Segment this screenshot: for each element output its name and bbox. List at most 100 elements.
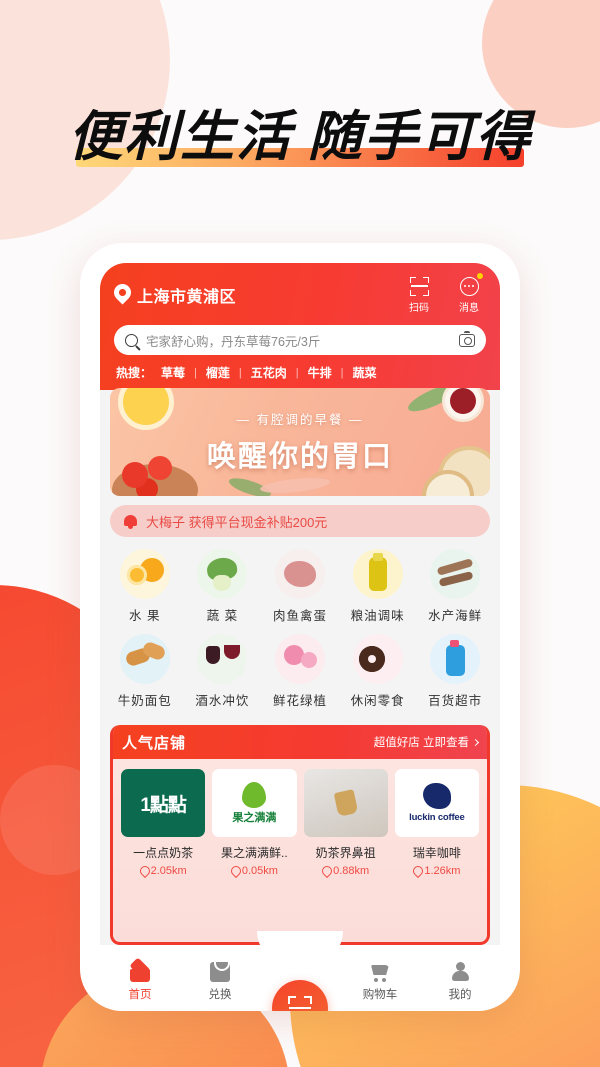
bell-icon bbox=[124, 514, 137, 529]
store-name: 一点点奶茶 bbox=[133, 846, 194, 860]
popular-stores-header: 人气店铺 超值好店 立即查看 bbox=[113, 725, 487, 759]
nav-item-redeem[interactable]: 兑换 bbox=[180, 958, 260, 1002]
category-label: 百货超市 bbox=[428, 694, 483, 708]
hot-keyword-0[interactable]: 草莓 bbox=[161, 364, 185, 381]
scan-code-button[interactable]: 扫码 bbox=[402, 275, 436, 314]
store-logo: 1點點 bbox=[121, 769, 206, 837]
category-label: 水 果 bbox=[129, 609, 161, 623]
category-label: 鲜花绿植 bbox=[272, 694, 327, 708]
hot-separator: | bbox=[194, 366, 197, 379]
category-label: 蔬 菜 bbox=[206, 609, 239, 623]
search-input[interactable]: 宅家舒心购，丹东草莓76元/3斤 bbox=[146, 331, 451, 350]
search-bar[interactable]: 宅家舒心购，丹东草莓76元/3斤 bbox=[114, 325, 486, 355]
store-distance-value: 1.26km bbox=[424, 865, 461, 877]
user-profile-icon bbox=[420, 958, 500, 982]
store-logo-text: luckin coffee bbox=[409, 812, 465, 823]
store-logo: 果之满满 bbox=[212, 769, 297, 837]
popular-stores-more-link[interactable]: 超值好店 立即查看 bbox=[373, 734, 480, 750]
category-item-vegetable[interactable]: 蔬 菜 bbox=[184, 549, 262, 624]
category-row: 牛奶面包 酒水冲饮 鲜花绿植 休闲零食 百货超市 bbox=[106, 634, 494, 709]
category-item-flower[interactable]: 鲜花绿植 bbox=[261, 634, 339, 709]
scan-code-label: 扫码 bbox=[409, 303, 429, 314]
category-label: 水产海鲜 bbox=[428, 609, 483, 623]
hot-keyword-4[interactable]: 蔬菜 bbox=[353, 364, 377, 381]
location-selector[interactable]: 上海市黄浦区 bbox=[114, 283, 402, 307]
headline-text: 便利生活 随手可得 bbox=[68, 107, 532, 167]
phone-mockup: 上海市黄浦区 扫码 消息 宅家舒心购，丹东草莓76元/3斤 热搜： 草莓 | 榴… bbox=[80, 243, 520, 1011]
nav-notch bbox=[257, 931, 343, 965]
hot-keyword-2[interactable]: 五花肉 bbox=[251, 364, 287, 381]
nav-item-cart[interactable]: 购物车 bbox=[340, 958, 420, 1002]
milk-tea-cup-icon bbox=[333, 789, 358, 817]
hot-separator: | bbox=[340, 366, 344, 379]
messages-label: 消息 bbox=[459, 303, 479, 314]
nav-label: 购物车 bbox=[362, 989, 398, 1001]
popular-stores-title: 人气店铺 bbox=[122, 734, 187, 752]
store-distance: 0.05km bbox=[212, 865, 296, 877]
scan-code-icon bbox=[288, 996, 312, 1011]
cash-subsidy-notice[interactable]: 大梅子 获得平台现金补贴200元 bbox=[110, 505, 490, 537]
hot-separator: | bbox=[295, 366, 299, 379]
category-label: 牛奶面包 bbox=[117, 694, 172, 708]
store-distance-value: 0.05km bbox=[241, 865, 278, 877]
supermarket-icon bbox=[430, 634, 481, 684]
category-item-supermarket[interactable]: 百货超市 bbox=[416, 634, 494, 709]
store-distance: 1.26km bbox=[395, 865, 479, 877]
category-label: 肉鱼禽蛋 bbox=[272, 609, 327, 623]
category-label: 休闲零食 bbox=[350, 694, 405, 708]
message-badge-dot bbox=[477, 273, 483, 279]
store-card[interactable]: luckin coffee 瑞幸咖啡 1.26km bbox=[394, 769, 479, 877]
store-distance-value: 0.88km bbox=[333, 865, 370, 877]
messages-button[interactable]: 消息 bbox=[452, 273, 486, 314]
store-distance: 0.88km bbox=[304, 865, 388, 877]
bottom-navigation: 首页 兑换 购物车 我的 bbox=[100, 931, 500, 1011]
store-card[interactable]: 奶茶界鼻祖 0.88km bbox=[303, 769, 388, 877]
location-pin-icon bbox=[322, 866, 330, 876]
store-logo bbox=[303, 769, 388, 837]
camera-icon[interactable] bbox=[459, 330, 475, 347]
location-name: 上海市黄浦区 bbox=[137, 288, 237, 306]
category-item-meat[interactable]: 肉鱼禽蛋 bbox=[261, 549, 339, 624]
hot-separator: | bbox=[238, 366, 242, 379]
hot-keyword-1[interactable]: 榴莲 bbox=[206, 364, 230, 381]
banner-tomato-decor bbox=[122, 462, 148, 488]
store-list: 1點點 一点点奶茶 2.05km 果之满满 果之满满鲜.. 0.05km 奶茶界… bbox=[113, 759, 487, 885]
location-pin-icon bbox=[231, 866, 239, 876]
banner-area: — 有腔调的早餐 — 唤醒你的胃口 bbox=[100, 388, 500, 496]
category-item-seafood[interactable]: 水产海鲜 bbox=[416, 549, 494, 624]
header-top-row: 上海市黄浦区 扫码 消息 bbox=[114, 273, 486, 314]
app-header: 上海市黄浦区 扫码 消息 宅家舒心购，丹东草莓76元/3斤 热搜： 草莓 | 榴… bbox=[100, 263, 500, 390]
popular-stores-more-label: 超值好店 立即查看 bbox=[373, 737, 469, 749]
category-label: 酒水冲饮 bbox=[195, 694, 250, 708]
category-item-oil-seasoning[interactable]: 粮油调味 bbox=[339, 549, 417, 624]
nav-label: 我的 bbox=[448, 989, 472, 1001]
store-logo: luckin coffee bbox=[394, 769, 479, 837]
search-icon bbox=[125, 333, 138, 347]
category-item-fruit[interactable]: 水 果 bbox=[106, 549, 184, 624]
nav-label: 兑换 bbox=[208, 989, 232, 1001]
category-item-snack[interactable]: 休闲零食 bbox=[339, 634, 417, 709]
nav-item-home[interactable]: 首页 bbox=[100, 958, 180, 1002]
location-pin-icon bbox=[114, 284, 131, 305]
drinks-icon bbox=[197, 634, 248, 684]
banner-subtitle: — 有腔调的早餐 — bbox=[236, 413, 364, 427]
store-card[interactable]: 1點點 一点点奶茶 2.05km bbox=[121, 769, 206, 877]
oil-seasoning-icon bbox=[352, 549, 403, 599]
category-item-bread[interactable]: 牛奶面包 bbox=[106, 634, 184, 709]
banner-juice-glass-decor bbox=[118, 388, 174, 430]
deer-icon bbox=[422, 783, 451, 809]
home-icon bbox=[100, 958, 180, 982]
scan-fab-button[interactable] bbox=[272, 980, 328, 1011]
leaf-icon bbox=[242, 781, 267, 808]
store-card[interactable]: 果之满满 果之满满鲜.. 0.05km bbox=[212, 769, 297, 877]
snack-icon bbox=[352, 634, 403, 684]
category-item-drinks[interactable]: 酒水冲饮 bbox=[184, 634, 262, 709]
store-distance: 2.05km bbox=[121, 865, 205, 877]
banner-jam-decor bbox=[450, 388, 476, 414]
nav-item-profile[interactable]: 我的 bbox=[420, 958, 500, 1002]
promo-banner[interactable]: — 有腔调的早餐 — 唤醒你的胃口 bbox=[110, 388, 490, 496]
header-actions: 扫码 消息 bbox=[402, 273, 486, 314]
hot-keyword-3[interactable]: 牛排 bbox=[308, 364, 332, 381]
popular-stores-section: 人气店铺 超值好店 立即查看 1點點 一点点奶茶 2.05km 果之满满 果之满… bbox=[100, 715, 500, 945]
notice-text: 大梅子 获得平台现金补贴200元 bbox=[146, 514, 328, 530]
